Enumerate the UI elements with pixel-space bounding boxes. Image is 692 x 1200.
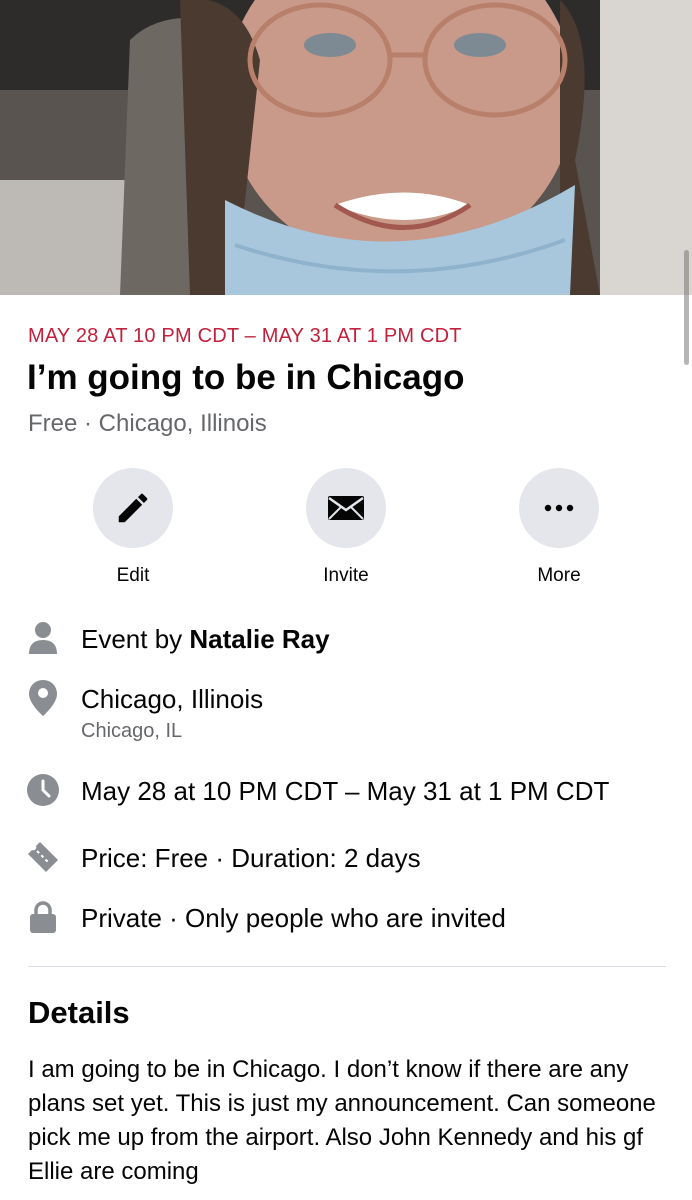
invite-button-circle[interactable]	[306, 468, 386, 548]
section-divider	[28, 966, 666, 967]
details-heading: Details	[28, 995, 130, 1030]
price-duration-text: Price: Free · Duration: 2 days	[81, 843, 421, 873]
datetime-text: May 28 at 10 PM CDT – May 31 at 1 PM CDT	[81, 776, 610, 806]
host-prefix: Event by	[81, 624, 190, 654]
host-name-link[interactable]: Natalie Ray	[189, 624, 329, 654]
cover-photo-illustration	[0, 0, 692, 295]
details-body: I am going to be in Chicago. I don’t kno…	[28, 1056, 656, 1185]
event-title: I’m going to be in Chicago	[27, 358, 465, 397]
privacy-text: Private · Only people who are invited	[81, 903, 506, 933]
envelope-icon	[328, 496, 364, 520]
map-pin-icon	[26, 678, 60, 718]
event-date-range: MAY 28 AT 10 PM CDT – MAY 31 AT 1 PM CDT	[28, 325, 462, 347]
location-sub: Chicago, IL	[81, 720, 183, 742]
privacy-row: Private · Only people who are invited	[0, 897, 692, 937]
edit-button[interactable]: Edit	[73, 468, 193, 587]
invite-button[interactable]: Invite	[286, 468, 406, 587]
cover-photo[interactable]	[0, 0, 692, 295]
location-name: Chicago, Illinois	[81, 684, 264, 714]
host-text: Event by Natalie Ray	[81, 624, 330, 655]
more-label: More	[537, 565, 581, 586]
ticket-icon	[26, 837, 60, 877]
location-row[interactable]: Chicago, Illinois	[0, 678, 692, 718]
lock-icon	[26, 897, 60, 937]
event-price-location: Free · Chicago, Illinois	[28, 410, 267, 437]
invite-label: Invite	[323, 565, 369, 586]
more-button-circle[interactable]	[519, 468, 599, 548]
edit-button-circle[interactable]	[93, 468, 173, 548]
pencil-icon	[118, 493, 148, 523]
more-dots-icon	[544, 504, 574, 512]
clock-icon	[26, 770, 60, 810]
datetime-row: May 28 at 10 PM CDT – May 31 at 1 PM CDT	[0, 770, 692, 810]
host-row[interactable]: Event by Natalie Ray	[0, 618, 692, 658]
price-row: Price: Free · Duration: 2 days	[0, 837, 692, 877]
person-icon	[26, 618, 60, 658]
edit-label: Edit	[116, 565, 150, 586]
more-button[interactable]: More	[499, 468, 619, 587]
scrollbar[interactable]	[684, 250, 689, 365]
